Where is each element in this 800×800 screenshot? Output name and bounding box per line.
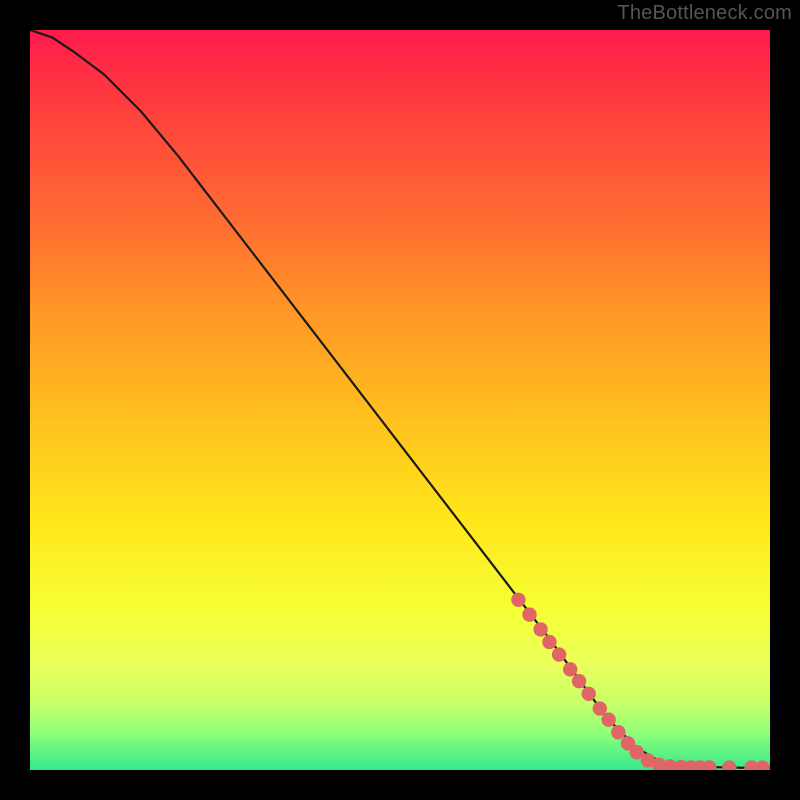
data-marker <box>722 760 736 770</box>
data-marker <box>533 622 547 636</box>
data-marker <box>582 687 596 701</box>
data-marker <box>552 647 566 661</box>
plot-overlay <box>30 30 770 770</box>
data-marker <box>601 712 615 726</box>
data-marker <box>563 662 577 676</box>
chart-frame: TheBottleneck.com <box>0 0 800 800</box>
data-marker <box>511 593 525 607</box>
data-marker <box>542 635 556 649</box>
watermark-text: TheBottleneck.com <box>617 2 792 25</box>
data-marker <box>755 760 769 770</box>
markers-group <box>511 593 770 770</box>
bottleneck-curve <box>30 30 770 768</box>
data-marker <box>572 674 586 688</box>
data-marker <box>702 760 716 770</box>
data-marker <box>522 607 536 621</box>
data-marker <box>611 725 625 739</box>
